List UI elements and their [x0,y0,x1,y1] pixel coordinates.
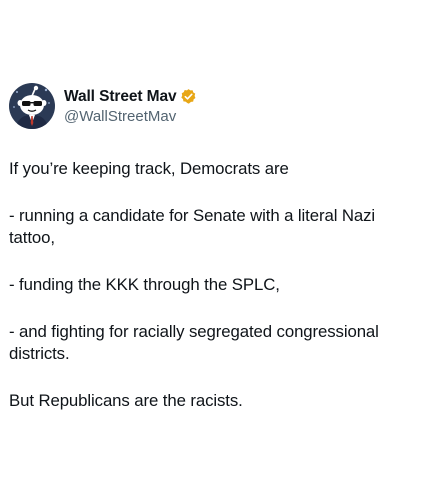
tweet-paragraph-3: - funding the KKK through the SPLC, [9,275,280,294]
user-handle[interactable]: @WallStreetMav [64,107,197,127]
author-block: Wall Street Mav @WallStreetMav [64,86,197,127]
tweet-paragraph-5: But Republicans are the racists. [9,391,243,410]
avatar[interactable] [9,83,55,129]
display-name[interactable]: Wall Street Mav [64,86,177,107]
tweet-card: Wall Street Mav @WallStreetMav If you’re… [0,0,426,500]
avatar-image [9,83,55,129]
name-row: Wall Street Mav [64,86,197,107]
verified-badge-icon [180,88,197,105]
tweet-paragraph-4: - and fighting for racially segregated c… [9,322,384,363]
tweet-paragraph-1: If you’re keeping track, Democrats are [9,159,289,178]
tweet-header: Wall Street Mav @WallStreetMav [9,82,197,130]
tweet-paragraph-2: - running a candidate for Senate with a … [9,206,380,247]
